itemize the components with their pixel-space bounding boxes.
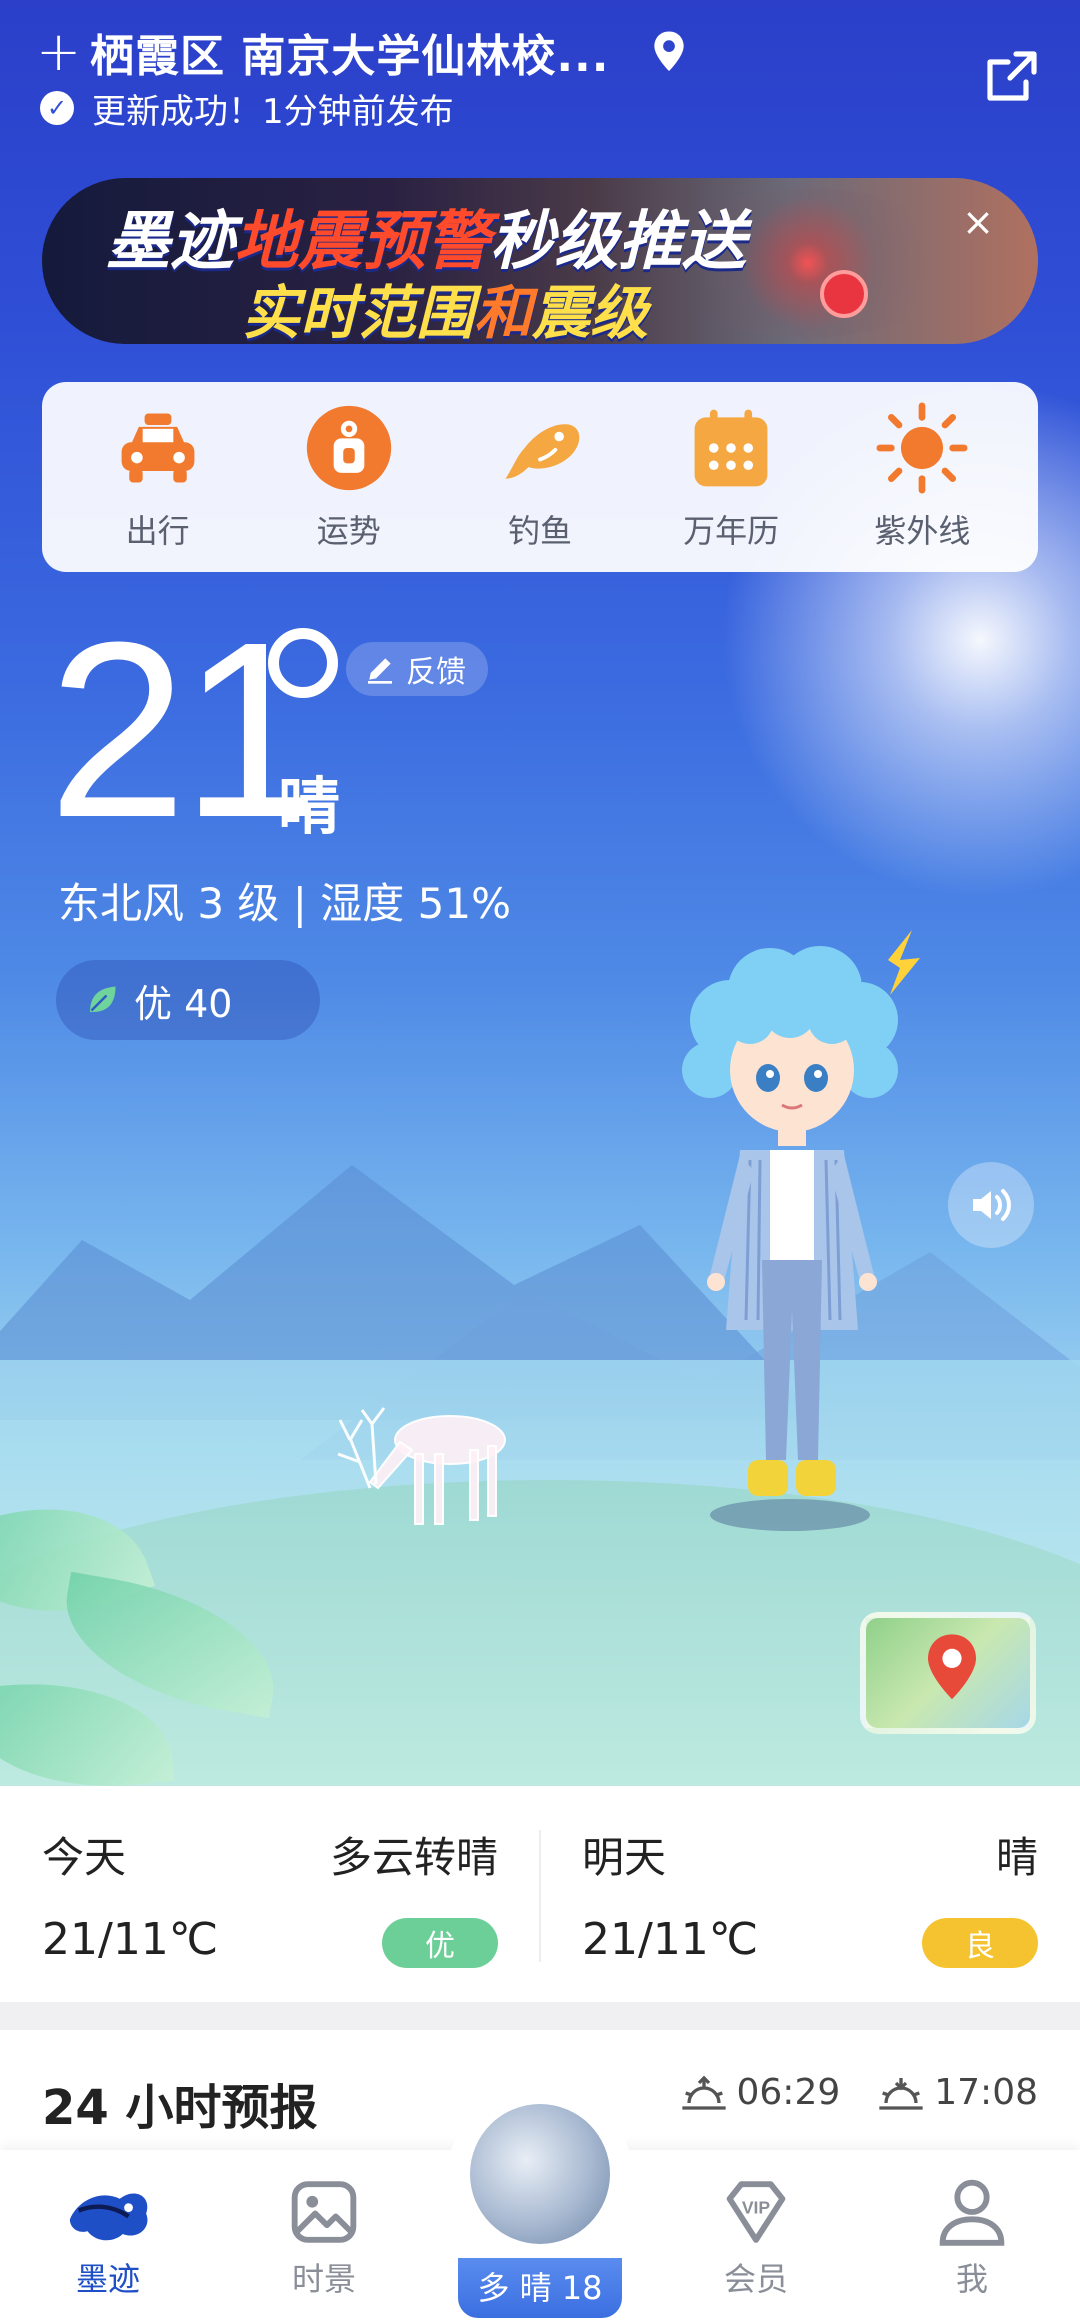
location-pin-icon[interactable] xyxy=(651,30,687,74)
calendar-icon xyxy=(694,409,768,487)
weather-avatar[interactable] xyxy=(650,920,930,1540)
image-icon xyxy=(291,2181,357,2243)
forecast-temp-range: 21/11℃ xyxy=(582,1914,759,1965)
svg-text:VIP: VIP xyxy=(742,2197,771,2217)
current-condition: 晴 xyxy=(278,770,341,843)
center-scene-label: 多 晴 18 xyxy=(458,2258,622,2318)
forecast-condition: 多云转晴 xyxy=(329,1833,498,1882)
fish-icon xyxy=(505,424,580,479)
degree-symbol-icon xyxy=(268,628,338,698)
tab-label: 我 xyxy=(955,2260,988,2298)
wind-humidity: 东北风 3 级 | 湿度 51% xyxy=(58,879,511,928)
leaf-icon xyxy=(90,986,116,1012)
banner-text: 震级 xyxy=(532,279,649,344)
add-city-icon[interactable]: + xyxy=(36,25,81,79)
location-title[interactable]: 栖霞区 南京大学仙林校... xyxy=(90,20,609,84)
tool-label: 出行 xyxy=(125,512,190,550)
check-icon: ✓ xyxy=(40,91,74,125)
sunrise-icon xyxy=(681,2075,726,2110)
forecast-today[interactable]: 今天 多云转晴 21/11℃ 优 xyxy=(0,1786,540,2002)
fortune-icon xyxy=(306,405,391,491)
banner-text: 墨迹 xyxy=(106,205,234,279)
tools-card: 出行 运势 钓鱼 万年历 紫外线 xyxy=(42,382,1038,572)
speaker-icon xyxy=(973,1189,1011,1221)
vip-icon: VIP xyxy=(726,2181,786,2243)
tool-uv[interactable]: 紫外线 xyxy=(837,402,1007,552)
banner-line2: 实时范围和震级 xyxy=(242,266,648,344)
divider xyxy=(539,1830,541,1962)
aqi-badge: 优 xyxy=(382,1918,498,1968)
hourly-title: 24 小时预报 xyxy=(42,2080,318,2136)
center-scene-button[interactable] xyxy=(458,2092,622,2256)
forecast-temp-range: 21/11℃ xyxy=(42,1914,219,1965)
share-icon[interactable] xyxy=(984,48,1044,108)
voice-broadcast-button[interactable] xyxy=(948,1162,1034,1248)
tab-vip[interactable]: VIP 会员 xyxy=(676,2178,836,2300)
tool-calendar[interactable]: 万年历 xyxy=(646,402,816,552)
tool-label: 万年历 xyxy=(683,512,780,550)
moji-logo-icon xyxy=(69,2193,148,2241)
aqi-badge: 良 xyxy=(922,1918,1038,1968)
sunset-icon xyxy=(879,2077,923,2110)
forecast-day: 明天 xyxy=(582,1833,667,1882)
tab-moji[interactable]: 墨迹 xyxy=(28,2178,188,2300)
tool-label: 运势 xyxy=(316,512,381,550)
tool-fortune[interactable]: 运势 xyxy=(264,402,434,552)
sun-times: 06:29 17:08 xyxy=(679,2072,1038,2113)
section-gap xyxy=(0,2002,1080,2030)
tab-scenes[interactable]: 时景 xyxy=(244,2178,404,2300)
alert-dot-icon xyxy=(820,270,868,318)
aqi-button[interactable]: 优 40 xyxy=(56,960,320,1040)
tab-label: 会员 xyxy=(723,2260,788,2298)
banner-text: 实时范围 xyxy=(242,279,475,344)
taxi-icon xyxy=(121,413,195,483)
aqi-value: 优 40 xyxy=(134,981,233,1026)
forecast-condition: 晴 xyxy=(995,1833,1038,1882)
location-bar: + 栖霞区 南京大学仙林校... xyxy=(36,22,687,82)
tab-label: 墨迹 xyxy=(75,2260,140,2298)
tab-me[interactable]: 我 xyxy=(892,2178,1052,2300)
person-icon xyxy=(939,2179,1005,2246)
feedback-label: 反馈 xyxy=(406,655,466,690)
sunset-time: 17:08 xyxy=(934,2072,1038,2113)
sunrise-time: 06:29 xyxy=(736,2072,841,2113)
update-status-text: 更新成功！1分钟前发布 xyxy=(92,91,454,132)
forecast-tomorrow[interactable]: 明天 晴 21/11℃ 良 xyxy=(540,1786,1080,2002)
forecast-day: 今天 xyxy=(42,1833,127,1882)
feedback-button[interactable]: 反馈 xyxy=(346,642,488,696)
pencil-icon xyxy=(368,658,392,684)
map-pin-icon xyxy=(928,1634,976,1700)
tool-fishing[interactable]: 钓鱼 xyxy=(455,402,625,552)
earthquake-banner[interactable]: 墨迹地震预警秒级推送 实时范围和震级 × xyxy=(42,178,1038,344)
deer-illustration xyxy=(337,1407,506,1525)
sky-thumbnail xyxy=(470,2104,610,2244)
tab-label: 时景 xyxy=(291,2260,356,2298)
tool-travel[interactable]: 出行 xyxy=(73,402,243,552)
weather-map-button[interactable] xyxy=(860,1612,1036,1734)
sun-icon xyxy=(876,402,968,494)
tool-label: 钓鱼 xyxy=(507,512,572,550)
banner-close-button[interactable]: × xyxy=(958,200,998,244)
update-status: ✓ 更新成功！1分钟前发布 xyxy=(40,84,454,132)
banner-text: 和 xyxy=(474,279,533,344)
tool-label: 紫外线 xyxy=(874,512,971,550)
